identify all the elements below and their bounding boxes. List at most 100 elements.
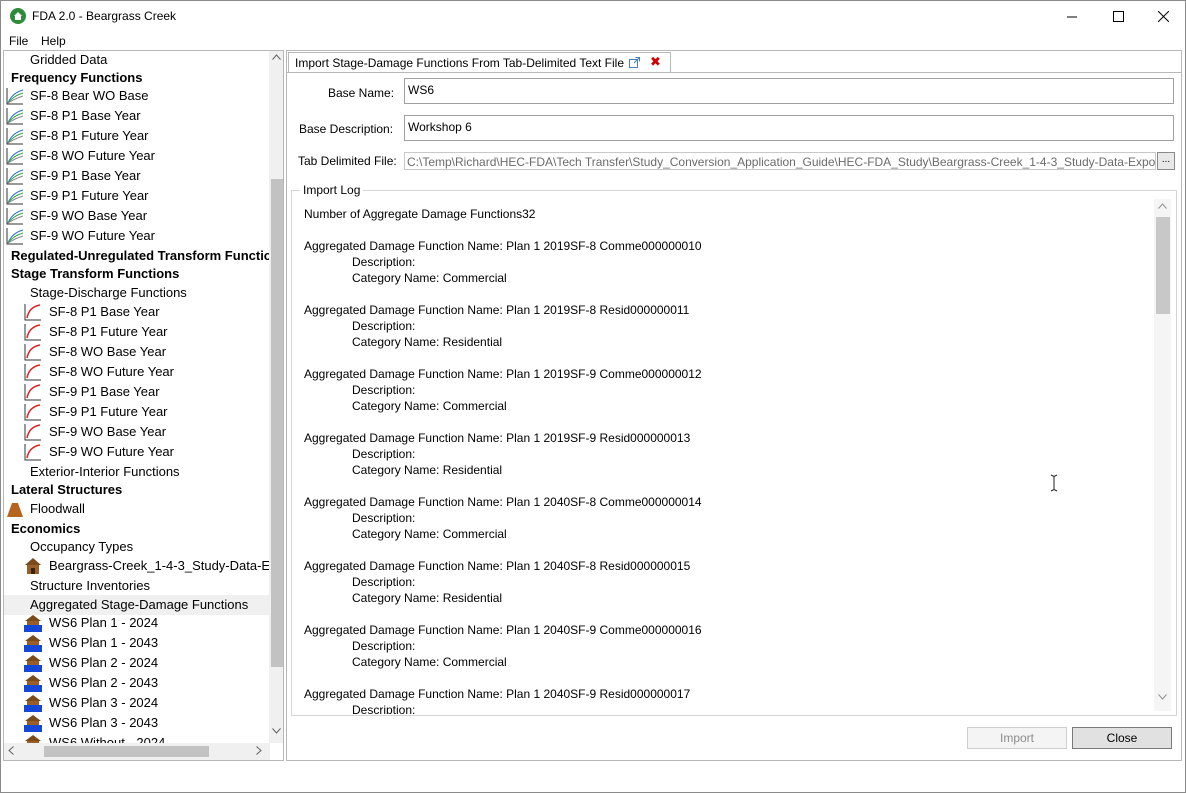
rating-curve-icon: [24, 403, 42, 421]
tree-item[interactable]: SF-8 WO Future Year: [4, 146, 270, 166]
import-button[interactable]: Import: [967, 727, 1067, 749]
tree-group[interactable]: Lateral Structures: [4, 480, 270, 500]
tree-item-label: Occupancy Types: [30, 539, 134, 554]
base-name-label: Base Name:: [328, 86, 395, 100]
scroll-up-icon[interactable]: [272, 54, 281, 60]
log-count-line: Number of Aggregate Damage Functions32: [304, 207, 536, 221]
tree-item-label: SF-9 WO Future Year: [30, 228, 155, 243]
tree-item-label: Beargrass-Creek_1-4-3_Study-Data-Export: [49, 558, 270, 573]
tree-group[interactable]: Stage Transform Functions: [4, 264, 270, 284]
flooded-house-icon: [24, 614, 42, 632]
tree-item-label: SF-8 P1 Base Year: [30, 108, 141, 123]
tree-item[interactable]: SF-9 P1 Future Year: [4, 402, 270, 422]
tree-item-label: Lateral Structures: [11, 482, 123, 497]
tree-item[interactable]: Gridded Data: [4, 51, 270, 70]
scroll-down-icon[interactable]: [272, 728, 281, 734]
tree-item[interactable]: SF-9 WO Base Year: [4, 206, 270, 226]
tree-item[interactable]: WS6 Plan 2 - 2024: [4, 653, 270, 673]
tree-item-label: WS6 Plan 3 - 2024: [49, 695, 159, 710]
frequency-curve-icon: [6, 227, 24, 245]
close-button[interactable]: Close: [1072, 727, 1172, 749]
log-category: Category Name: Residential: [352, 463, 503, 477]
tree-item[interactable]: SF-9 WO Future Year: [4, 442, 270, 462]
log-scroll-up-icon[interactable]: [1158, 203, 1167, 209]
tree-item-label: SF-8 WO Base Year: [49, 344, 167, 359]
rating-curve-icon: [24, 343, 42, 361]
log-description: Description:: [352, 383, 416, 397]
log-function-name: Aggregated Damage Function Name: Plan 1 …: [304, 431, 691, 445]
tab-import-stage-damage[interactable]: Import Stage-Damage Functions From Tab-D…: [288, 52, 671, 72]
flooded-house-icon: [24, 674, 42, 692]
log-category: Category Name: Commercial: [352, 271, 507, 285]
tree-item[interactable]: WS6 Plan 1 - 2043: [4, 633, 270, 653]
tree-item[interactable]: Structure Inventories: [4, 576, 270, 596]
log-description: Description:: [352, 703, 416, 714]
menu-file[interactable]: File: [9, 34, 28, 48]
tree-item[interactable]: SF-9 P1 Base Year: [4, 382, 270, 402]
tree-item-label: SF-8 P1 Future Year: [49, 324, 168, 339]
log-vertical-scrollbar[interactable]: [1154, 199, 1171, 711]
close-tab-icon[interactable]: ✖: [650, 54, 661, 70]
tab-title: Import Stage-Damage Functions From Tab-D…: [295, 56, 625, 70]
scroll-left-icon[interactable]: [8, 746, 14, 755]
log-function-name: Aggregated Damage Function Name: Plan 1 …: [304, 623, 702, 637]
tree-group[interactable]: Regulated-Unregulated Transform Function…: [4, 246, 270, 266]
tree-item-label: SF-9 WO Base Year: [30, 208, 148, 223]
tree-item[interactable]: Aggregated Stage-Damage Functions: [4, 595, 270, 615]
tree-group[interactable]: Frequency Functions: [4, 68, 270, 88]
file-path-input[interactable]: C:\Temp\Richard\HEC-FDA\Tech Transfer\St…: [404, 152, 1156, 170]
tree-group[interactable]: Economics: [4, 519, 270, 539]
tree-item[interactable]: Beargrass-Creek_1-4-3_Study-Data-Export: [4, 556, 270, 576]
tree-item[interactable]: SF-8 WO Base Year: [4, 342, 270, 362]
tree-item[interactable]: WS6 Plan 3 - 2024: [4, 693, 270, 713]
tree-item[interactable]: SF-9 P1 Future Year: [4, 186, 270, 206]
tree-item-label: SF-9 P1 Future Year: [30, 188, 149, 203]
frequency-curve-icon: [6, 127, 24, 145]
levee-icon: [6, 500, 24, 518]
log-function-name: Aggregated Damage Function Name: Plan 1 …: [304, 687, 691, 701]
tree-item[interactable]: Floodwall: [4, 499, 270, 519]
tree-item[interactable]: SF-9 WO Base Year: [4, 422, 270, 442]
log-function-name: Aggregated Damage Function Name: Plan 1 …: [304, 303, 690, 317]
tree-item-label: SF-9 P1 Future Year: [49, 404, 168, 419]
tree-item-label: WS6 Plan 2 - 2043: [49, 675, 159, 690]
tree-vertical-scrollbar[interactable]: [269, 51, 283, 743]
base-name-input[interactable]: WS6: [404, 78, 1174, 104]
tree-item-label: Stage Transform Functions: [11, 266, 180, 281]
flooded-house-icon: [24, 714, 42, 732]
log-scroll-down-icon[interactable]: [1158, 694, 1167, 700]
app-window: FDA 2.0 - Beargrass Creek File Help Grid…: [0, 0, 1186, 793]
tree-item[interactable]: WS6 Plan 1 - 2024: [4, 613, 270, 633]
tab-delimited-file-label: Tab Delimited File:: [298, 154, 397, 168]
scroll-right-icon[interactable]: [256, 746, 262, 755]
tree-item[interactable]: WS6 Plan 2 - 2043: [4, 673, 270, 693]
tree-item-label: Exterior-Interior Functions: [30, 464, 180, 479]
tree-item[interactable]: SF-8 P1 Base Year: [4, 302, 270, 322]
tree-item[interactable]: Stage-Discharge Functions: [4, 283, 270, 303]
log-description: Description:: [352, 319, 416, 333]
house-icon: [24, 557, 42, 575]
tree-item[interactable]: SF-8 P1 Base Year: [4, 106, 270, 126]
minimize-button[interactable]: [1049, 1, 1095, 32]
menu-help[interactable]: Help: [41, 34, 66, 48]
tree-item[interactable]: Exterior-Interior Functions: [4, 462, 270, 482]
maximize-button[interactable]: [1095, 1, 1141, 32]
log-scroll-thumb[interactable]: [1156, 217, 1170, 314]
popout-window-icon[interactable]: [629, 57, 640, 68]
close-window-button[interactable]: [1140, 1, 1186, 32]
tree-item[interactable]: SF-8 Bear WO Base: [4, 86, 270, 106]
tree-horizontal-scrollbar[interactable]: [4, 743, 270, 760]
tree-item[interactable]: SF-8 WO Future Year: [4, 362, 270, 382]
tree-item-label: SF-8 WO Future Year: [49, 364, 174, 379]
tree-hscroll-thumb[interactable]: [44, 746, 209, 757]
tree-item[interactable]: Occupancy Types: [4, 537, 270, 557]
tree-item[interactable]: SF-8 P1 Future Year: [4, 126, 270, 146]
base-description-input[interactable]: Workshop 6: [404, 115, 1174, 141]
import-log-text[interactable]: Number of Aggregate Damage Functions32 A…: [294, 199, 1172, 714]
tree-item[interactable]: WS6 Plan 3 - 2043: [4, 713, 270, 733]
browse-button[interactable]: ...: [1157, 152, 1175, 170]
tree-item[interactable]: SF-9 WO Future Year: [4, 226, 270, 246]
tree-scroll-thumb[interactable]: [271, 179, 283, 667]
tree-item[interactable]: SF-9 P1 Base Year: [4, 166, 270, 186]
tree-item[interactable]: SF-8 P1 Future Year: [4, 322, 270, 342]
